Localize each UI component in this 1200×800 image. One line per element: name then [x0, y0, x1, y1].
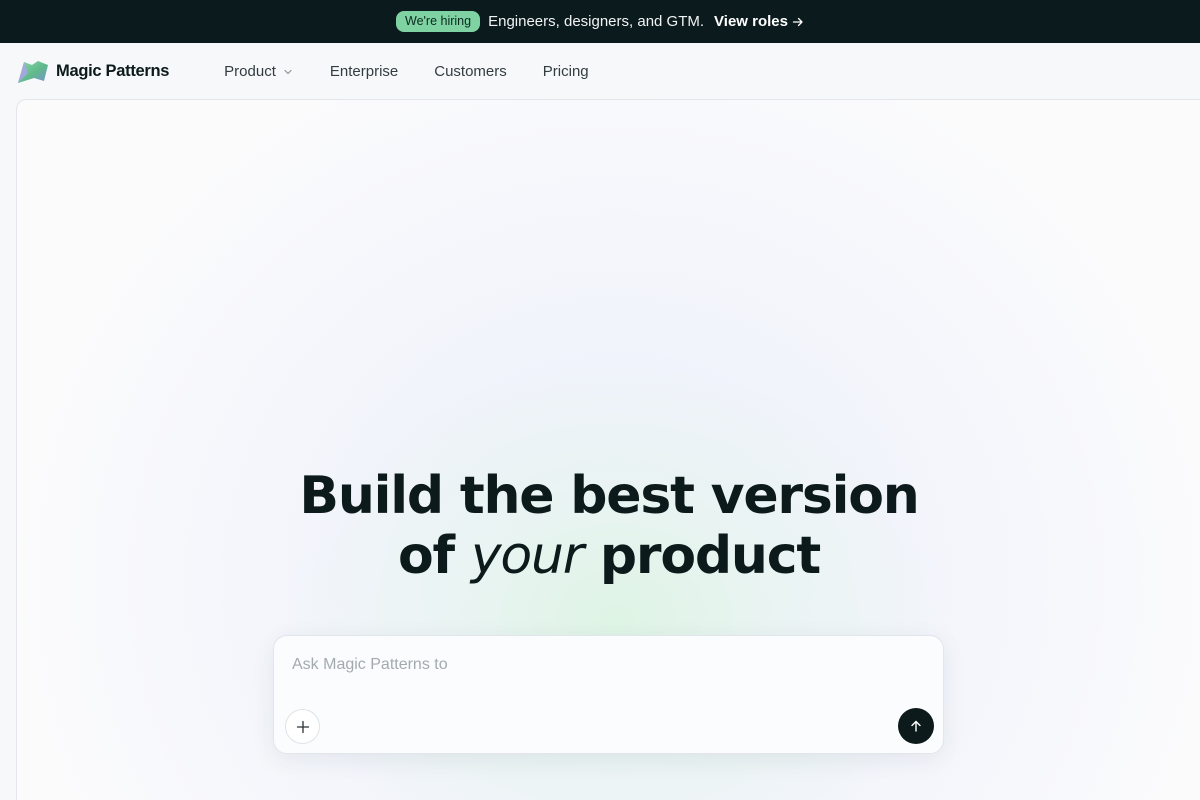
prompt-input[interactable]	[292, 654, 912, 676]
nav-item-pricing[interactable]: Pricing	[543, 63, 589, 80]
hero-section: Build the best version of your product	[16, 99, 1200, 800]
add-attachment-button[interactable]	[285, 709, 320, 744]
hiring-banner: We're hiring Engineers, designers, and G…	[0, 0, 1200, 43]
hiring-badge: We're hiring	[396, 11, 481, 32]
headline-emphasis: your	[470, 526, 584, 586]
hero-headline: Build the best version of your product	[17, 466, 1200, 586]
nav-item-product[interactable]: Product	[224, 63, 294, 80]
nav-item-label: Product	[224, 63, 276, 80]
view-roles-link[interactable]: View roles	[714, 13, 804, 30]
view-roles-label: View roles	[714, 13, 788, 30]
headline-line-2: of your product	[17, 526, 1200, 586]
nav-menu: Product Enterprise Customers Pricing	[224, 63, 588, 80]
headline-prefix: of	[397, 526, 455, 586]
prompt-box	[273, 635, 944, 754]
arrow-right-icon	[792, 17, 803, 26]
send-button[interactable]	[898, 708, 934, 744]
banner-text: Engineers, designers, and GTM.	[488, 13, 705, 30]
arrow-up-icon	[911, 720, 921, 732]
headline-suffix: product	[599, 526, 821, 586]
brand-name: Magic Patterns	[56, 62, 170, 80]
plus-icon	[296, 720, 309, 733]
headline-line-1: Build the best version	[299, 466, 919, 526]
nav-item-enterprise[interactable]: Enterprise	[330, 63, 398, 80]
chevron-down-icon	[284, 69, 292, 74]
top-nav: Magic Patterns Product Enterprise Custom…	[0, 43, 1200, 100]
brand-logo[interactable]: Magic Patterns	[16, 59, 169, 85]
nav-item-customers[interactable]: Customers	[434, 63, 507, 80]
magic-patterns-logo-icon	[18, 60, 48, 83]
